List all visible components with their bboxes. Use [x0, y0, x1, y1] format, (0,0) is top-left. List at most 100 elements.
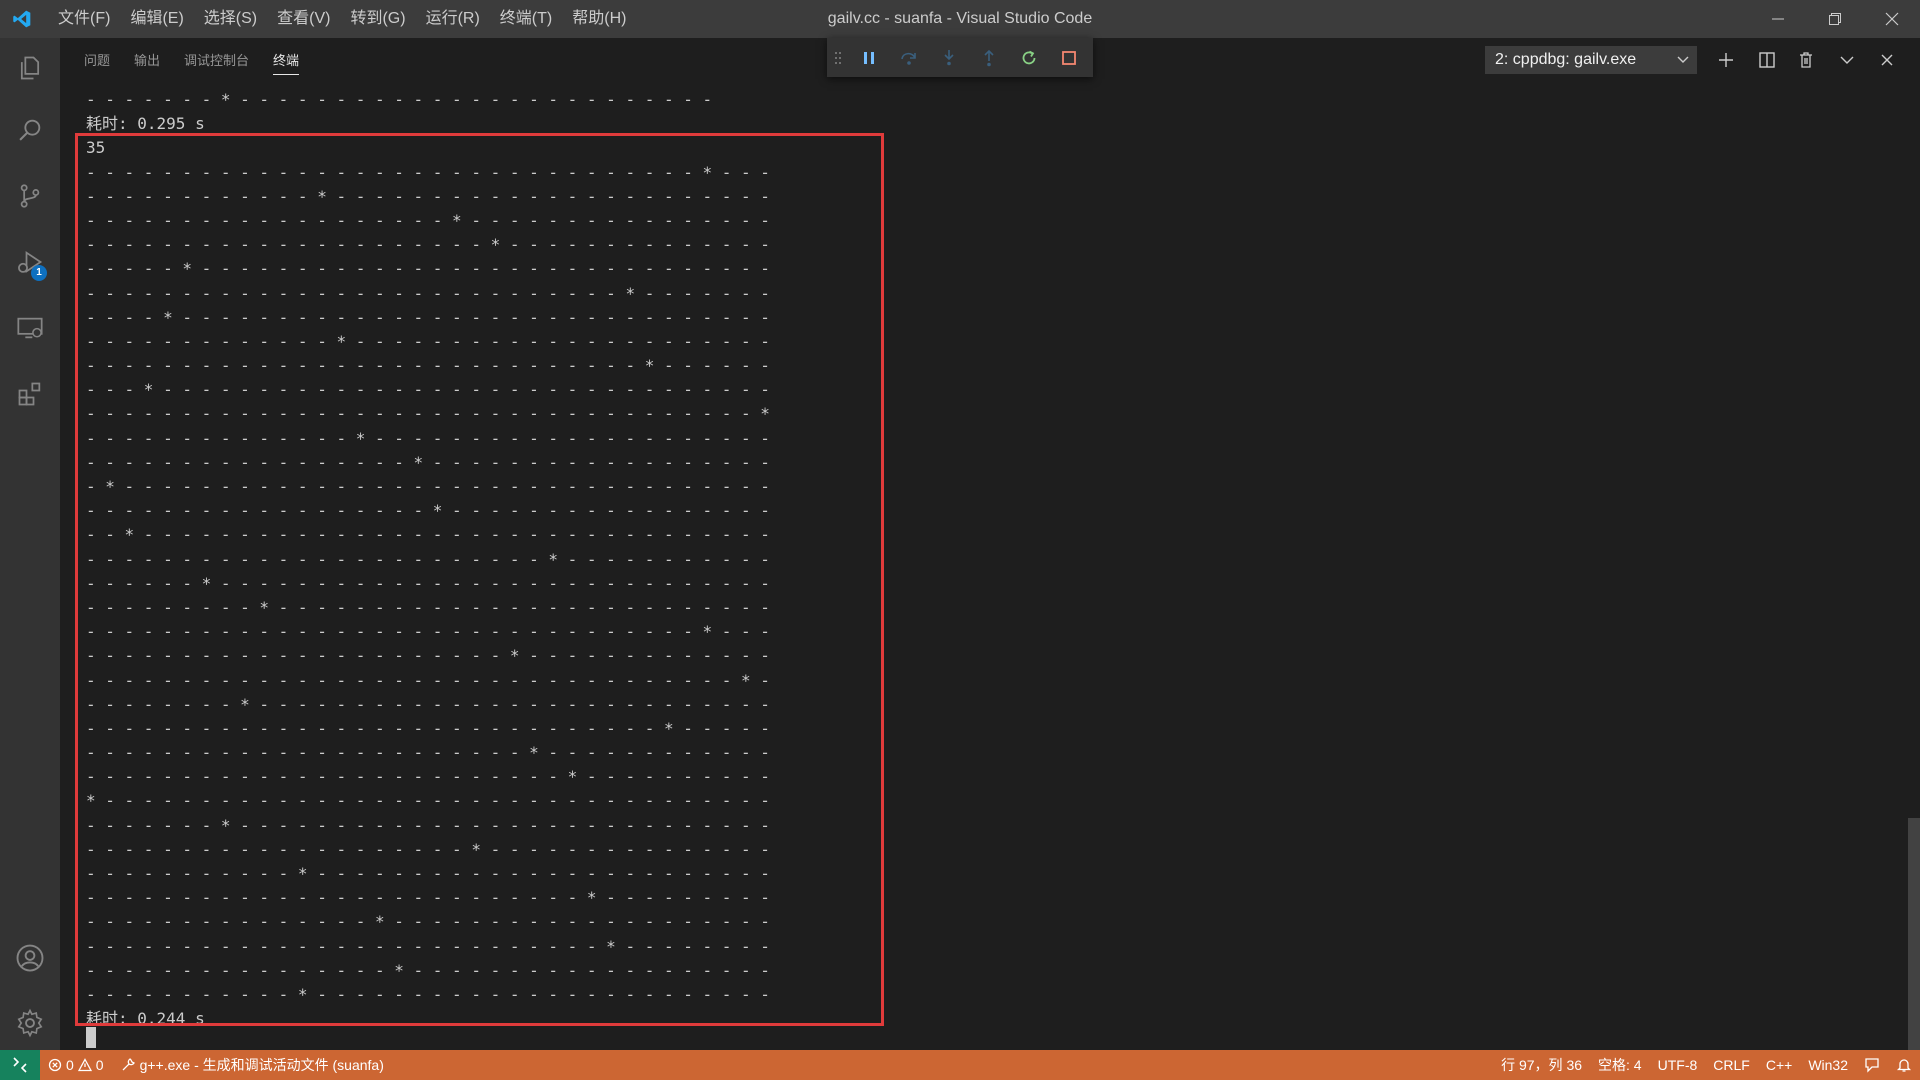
terminal-select-value: 2: cppdbg: gailv.exe — [1495, 51, 1637, 68]
terminal-line: - - - - - - - - - - - - - - - - - - - - … — [86, 888, 770, 908]
menu-edit[interactable]: 编辑(E) — [120, 0, 193, 38]
terminal-line: * - - - - - - - - - - - - - - - - - - - … — [86, 791, 770, 811]
pause-button[interactable] — [849, 38, 889, 77]
close-icon — [1881, 54, 1893, 66]
task-status[interactable]: g++.exe - 生成和调试活动文件 (suanfa) — [112, 1050, 392, 1080]
restore-icon — [1828, 13, 1841, 25]
warning-count: 0 — [95, 1057, 104, 1073]
feedback-button[interactable] — [1856, 1050, 1888, 1080]
step-into-button[interactable] — [929, 38, 969, 77]
menu-selection[interactable]: 选择(S) — [194, 0, 267, 38]
source-control-icon — [20, 184, 40, 208]
terminal-line: - - - - - - * - - - - - - - - - - - - - … — [86, 573, 770, 593]
menu-help[interactable]: 帮助(H) — [562, 0, 636, 38]
explorer-icon — [20, 56, 40, 80]
pause-icon — [864, 51, 874, 64]
platform[interactable]: Win32 — [1800, 1050, 1856, 1080]
tools-icon — [122, 1058, 135, 1071]
vscode-logo-icon — [0, 0, 44, 38]
menu-file[interactable]: 文件(F) — [48, 0, 120, 38]
terminal-line: - - - - - - - - - - - - - - - - - - - - … — [86, 283, 770, 303]
status-bar: 0 0 g++.exe - 生成和调试活动文件 (suanfa) 行 97，列 … — [0, 1050, 1920, 1080]
terminal-select[interactable]: 2: cppdbg: gailv.exe — [1485, 46, 1697, 74]
gripper-icon — [835, 51, 841, 64]
terminal-line: - - - - - - - - - - - - - - - - - * - - … — [86, 452, 770, 472]
terminal-line: 耗时: 0.295 s — [86, 114, 205, 134]
manage-button[interactable] — [0, 993, 60, 1053]
terminal-output[interactable]: - - - - - - - * - - - - - - - - - - - - … — [86, 88, 1886, 1048]
remote-button[interactable] — [0, 1050, 40, 1080]
accounts-button[interactable] — [0, 928, 60, 988]
menu-terminal[interactable]: 终端(T) — [490, 0, 562, 38]
terminal-scrollbar[interactable] — [1908, 818, 1920, 1050]
terminal-line: - - - - - - - - - - - - - - - - - - - - … — [86, 767, 770, 787]
step-into-icon — [944, 49, 954, 65]
step-over-button[interactable] — [889, 38, 929, 77]
step-out-icon — [984, 49, 994, 66]
terminal-line: - - - - - - - - - - - - - - - - - - - - … — [86, 839, 770, 859]
close-panel-button[interactable] — [1871, 44, 1903, 76]
run-debug-button[interactable]: 1 — [0, 232, 60, 292]
terminal-line: - - - - - - - * - - - - - - - - - - - - … — [86, 90, 713, 109]
close-icon — [1885, 12, 1898, 26]
minimize-button[interactable] — [1749, 0, 1806, 38]
panel-tabs: 问题 输出 调试控制台 终端 — [60, 38, 300, 84]
notifications-button[interactable] — [1888, 1050, 1920, 1080]
terminal-line: - - - - - - - - - - - - - - - - - - - * … — [86, 210, 770, 230]
window-controls — [1749, 0, 1920, 38]
status-right: 行 97，列 36 空格: 4 UTF-8 CRLF C++ Win32 — [1493, 1050, 1920, 1080]
cursor-position[interactable]: 行 97，列 36 — [1493, 1050, 1590, 1080]
drag-handle[interactable] — [827, 38, 849, 77]
restart-button[interactable] — [1009, 38, 1049, 77]
split-terminal-button[interactable] — [1751, 44, 1783, 76]
terminal-line: - - - - - - - - - - - - - - - - - - - - … — [86, 549, 770, 569]
warning-icon — [77, 1058, 92, 1072]
terminal-line: - - - - - - - - * - - - - - - - - - - - … — [86, 694, 770, 714]
terminal-line: 耗时: 0.244 s — [86, 1009, 205, 1029]
end-of-line[interactable]: CRLF — [1705, 1050, 1758, 1080]
terminal-line: - * - - - - - - - - - - - - - - - - - - … — [86, 477, 770, 496]
error-icon — [48, 1058, 62, 1072]
tab-debug-console[interactable]: 调试控制台 — [184, 38, 249, 84]
stop-button[interactable] — [1049, 38, 1089, 77]
new-terminal-button[interactable] — [1710, 44, 1742, 76]
terminal-line: 35 — [86, 138, 106, 158]
trash-icon — [1800, 52, 1812, 68]
stop-icon — [1062, 50, 1076, 65]
menu-run[interactable]: 运行(R) — [416, 0, 490, 38]
encoding[interactable]: UTF-8 — [1650, 1050, 1706, 1080]
extensions-button[interactable] — [0, 364, 60, 424]
tab-output[interactable]: 输出 — [134, 38, 160, 84]
kill-terminal-button[interactable] — [1790, 44, 1822, 76]
terminal-line: - - - - - - - - - - - - - - - - - - - - … — [86, 936, 770, 956]
feedback-icon — [1865, 1058, 1879, 1073]
chevron-down-icon — [1677, 46, 1689, 84]
search-button[interactable] — [0, 100, 60, 160]
restore-button[interactable] — [1806, 0, 1863, 38]
tab-problems[interactable]: 问题 — [84, 38, 110, 84]
tab-terminal[interactable]: 终端 — [273, 38, 300, 84]
task-label: g++.exe - 生成和调试活动文件 (suanfa) — [139, 1057, 384, 1073]
terminal-line: - - - - - - - - - - - - - - - - - - - - … — [86, 404, 770, 424]
bell-icon — [1896, 1059, 1912, 1072]
indentation[interactable]: 空格: 4 — [1590, 1050, 1650, 1080]
close-window-button[interactable] — [1863, 0, 1920, 38]
terminal-line: - - - - - - - - - - - - - - - - - - * - … — [86, 501, 770, 521]
plus-icon — [1719, 53, 1733, 67]
terminal-line: - - - - - - - - - - - - - - - - - - - - … — [86, 718, 770, 738]
split-icon — [1759, 52, 1775, 68]
maximize-panel-button[interactable] — [1831, 44, 1863, 76]
terminal-line: - - - - * - - - - - - - - - - - - - - - … — [86, 307, 770, 327]
source-control-button[interactable] — [0, 166, 60, 226]
menu-view[interactable]: 查看(V) — [267, 0, 340, 38]
debug-toolbar — [827, 38, 1093, 77]
terminal-line: - - - - - - - - - - - - - - - - - - - - … — [86, 356, 770, 376]
language-mode[interactable]: C++ — [1758, 1050, 1800, 1080]
step-out-button[interactable] — [969, 38, 1009, 77]
terminal-line: - - - - - - - - - - - - - - - - - - - - … — [86, 235, 770, 255]
error-count: 0 — [66, 1057, 74, 1073]
menu-go[interactable]: 转到(G) — [340, 0, 415, 38]
explorer-button[interactable] — [0, 38, 60, 98]
remote-explorer-button[interactable] — [0, 298, 60, 358]
problems-status[interactable]: 0 0 — [40, 1050, 112, 1080]
